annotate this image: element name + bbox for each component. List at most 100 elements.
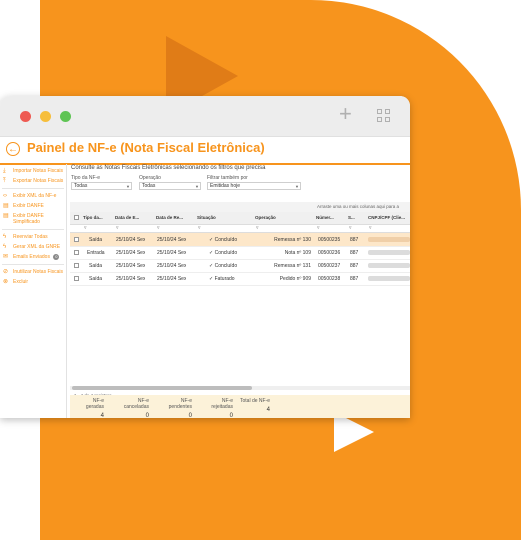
sidebar-item-reenviar[interactable]: ϟ Reenviar Todas bbox=[0, 234, 66, 240]
cell-emissao: 25/10/24 Sex bbox=[116, 250, 146, 256]
cell-serie: 887 bbox=[350, 250, 359, 256]
maximize-window-button[interactable] bbox=[60, 111, 71, 122]
cancel-icon: ⊘ bbox=[3, 269, 9, 275]
tipo-select[interactable]: Todas ▼ bbox=[71, 182, 132, 190]
sidebar-divider bbox=[2, 229, 64, 230]
sidebar-item-xml[interactable]: ‹› Exibir XML da NF-e bbox=[0, 193, 66, 199]
cell-serie: 887 bbox=[350, 237, 359, 243]
operacao-select-value: Todas bbox=[142, 183, 156, 189]
summary-canceladas: NF-e canceladas 0 bbox=[112, 398, 149, 419]
filter-icon[interactable]: ▿ bbox=[369, 225, 372, 231]
sidebar-item-label: Exibir XML da NF-e bbox=[13, 193, 57, 199]
horizontal-scrollbar[interactable] bbox=[70, 386, 410, 390]
lightning-icon: ϟ bbox=[3, 234, 7, 240]
summary-label: Total de NF-e bbox=[240, 398, 271, 404]
filter-icon[interactable]: ▿ bbox=[84, 225, 87, 231]
sidebar-item-label: Gerar XML da GNRE bbox=[13, 244, 61, 250]
cell-situacao: ✓ Concluído bbox=[209, 237, 238, 243]
summary-total: Total de NF-e 4 bbox=[240, 398, 270, 413]
filter-icon[interactable]: ▿ bbox=[198, 225, 201, 231]
sidebar-item-label: Exportar Notas Fiscais bbox=[13, 178, 64, 184]
delete-icon: ⊗ bbox=[3, 279, 9, 285]
cell-tipo: Entrada bbox=[87, 250, 105, 256]
sidebar-item-emails[interactable]: ✉ Emails Enviados 0 bbox=[0, 254, 66, 260]
back-arrow-icon[interactable]: ← bbox=[6, 142, 20, 156]
table-row[interactable]: Saída 25/10/24 Sex 25/10/24 Sex ✓ Fatura… bbox=[70, 272, 410, 286]
row-checkbox[interactable] bbox=[74, 276, 79, 281]
sidebar-item-label: Inutilizar Notas Fiscais bbox=[13, 269, 64, 275]
xml-icon: ‹› bbox=[3, 193, 7, 199]
table-row[interactable]: Saída 25/10/24 Sex 25/10/24 Sex ✓ Conclu… bbox=[70, 233, 410, 247]
filter-icon[interactable]: ▿ bbox=[116, 225, 119, 231]
summary-value: 0 bbox=[188, 413, 192, 419]
cell-numero: 00500237 bbox=[318, 263, 341, 269]
summary-label: NF-e geradas bbox=[85, 398, 104, 410]
cell-operacao: Remessa nº 130 bbox=[274, 237, 311, 243]
document-icon: ▤ bbox=[3, 213, 9, 219]
column-header-numero[interactable]: Númer... bbox=[316, 215, 344, 220]
cell-cnpj-redacted bbox=[368, 263, 410, 268]
scrollbar-thumb[interactable] bbox=[72, 386, 252, 390]
minimize-window-button[interactable] bbox=[40, 111, 51, 122]
column-header-operacao[interactable]: Operação bbox=[255, 215, 310, 220]
cell-numero: 00500238 bbox=[318, 276, 341, 282]
cell-numero: 00500235 bbox=[318, 237, 341, 243]
summary-rejeitadas: NF-e rejeitadas 0 bbox=[199, 398, 233, 419]
sidebar-item-danfe-simplificado[interactable]: ▤ Exibir DANFE Simplificado bbox=[0, 213, 66, 225]
lightning-icon: ϟ bbox=[3, 244, 7, 250]
summary-value: 0 bbox=[145, 413, 149, 419]
column-header-emissao[interactable]: Data de E... bbox=[115, 215, 153, 220]
cell-emissao: 25/10/24 Sex bbox=[116, 263, 146, 269]
sidebar-item-inutilizar[interactable]: ⊘ Inutilizar Notas Fiscais bbox=[0, 269, 66, 275]
row-checkbox[interactable] bbox=[74, 237, 79, 242]
sidebar: ⤓ Importar Notas Fiscais ⤒ Exportar Nota… bbox=[0, 164, 67, 418]
cell-recebimento: 25/10/24 Sex bbox=[157, 276, 187, 282]
import-icon: ⤓ bbox=[3, 168, 6, 174]
column-header-serie[interactable]: S... bbox=[348, 215, 362, 220]
table-row[interactable]: Entrada 25/10/24 Sex 25/10/24 Sex ✓ Conc… bbox=[70, 246, 410, 260]
column-header-situacao[interactable]: Situação bbox=[197, 215, 252, 220]
filter-icon[interactable]: ▿ bbox=[349, 225, 352, 231]
grid-view-icon[interactable] bbox=[377, 109, 391, 123]
select-all-checkbox[interactable] bbox=[74, 215, 79, 220]
sidebar-divider bbox=[2, 264, 64, 265]
sidebar-item-exportar[interactable]: ⤒ Exportar Notas Fiscais bbox=[0, 178, 66, 184]
cell-situacao: ✓ Concluído bbox=[209, 263, 238, 269]
column-header-tipo[interactable]: Tipo da... bbox=[83, 215, 113, 220]
summary-value: 0 bbox=[229, 413, 233, 419]
sidebar-item-excluir[interactable]: ⊗ Excluir bbox=[0, 279, 66, 285]
filter-icon[interactable]: ▿ bbox=[256, 225, 259, 231]
window-titlebar: + bbox=[0, 96, 410, 137]
tipo-label: Tipo da NF-e bbox=[71, 175, 100, 181]
table-row[interactable]: Saída 25/10/24 Sex 25/10/24 Sex ✓ Conclu… bbox=[70, 259, 410, 273]
column-header-cnpj[interactable]: CNPJ/CPF (Clie... bbox=[368, 215, 410, 220]
filter-icon[interactable]: ▿ bbox=[157, 225, 160, 231]
filter-hint: Consulte as Notas Fiscais Eletrônicas se… bbox=[71, 165, 266, 171]
filter-icon[interactable]: ▿ bbox=[317, 225, 320, 231]
summary-bar: NF-e geradas 4 NF-e canceladas 0 NF-e pe… bbox=[70, 395, 410, 419]
sidebar-item-gnre[interactable]: ϟ Gerar XML da GNRE bbox=[0, 244, 66, 250]
operacao-select[interactable]: Todas ▼ bbox=[139, 182, 201, 190]
count-badge: 0 bbox=[53, 254, 60, 260]
cell-situacao: ✓ Faturado bbox=[209, 276, 235, 282]
summary-pendentes: NF-e pendentes 0 bbox=[157, 398, 192, 419]
export-icon: ⤒ bbox=[3, 178, 6, 184]
filtrar-select[interactable]: Emitidas hoje ▼ bbox=[207, 182, 301, 190]
app-window: + ← Painel de NF-e (Nota Fiscal Eletrôni… bbox=[0, 96, 410, 418]
cell-numero: 00500236 bbox=[318, 250, 341, 256]
row-checkbox[interactable] bbox=[74, 263, 79, 268]
column-header-recebimento[interactable]: Data de Re... bbox=[156, 215, 194, 220]
cell-emissao: 25/10/24 Sex bbox=[116, 237, 146, 243]
sidebar-item-label: Exibir DANFE bbox=[13, 203, 44, 209]
cell-tipo: Saída bbox=[89, 237, 103, 243]
row-checkbox[interactable] bbox=[74, 250, 79, 255]
sidebar-item-importar[interactable]: ⤓ Importar Notas Fiscais bbox=[0, 168, 66, 174]
page-header: ← Painel de NF-e (Nota Fiscal Eletrônica… bbox=[0, 137, 410, 165]
new-tab-plus-icon[interactable]: + bbox=[339, 103, 352, 125]
cell-cnpj-redacted bbox=[368, 250, 410, 255]
document-icon: ▤ bbox=[3, 203, 9, 209]
summary-label: NF-e rejeitadas bbox=[211, 398, 233, 410]
sidebar-item-danfe[interactable]: ▤ Exibir DANFE bbox=[0, 203, 66, 209]
summary-label: NF-e pendentes bbox=[168, 398, 192, 410]
close-window-button[interactable] bbox=[20, 111, 31, 122]
